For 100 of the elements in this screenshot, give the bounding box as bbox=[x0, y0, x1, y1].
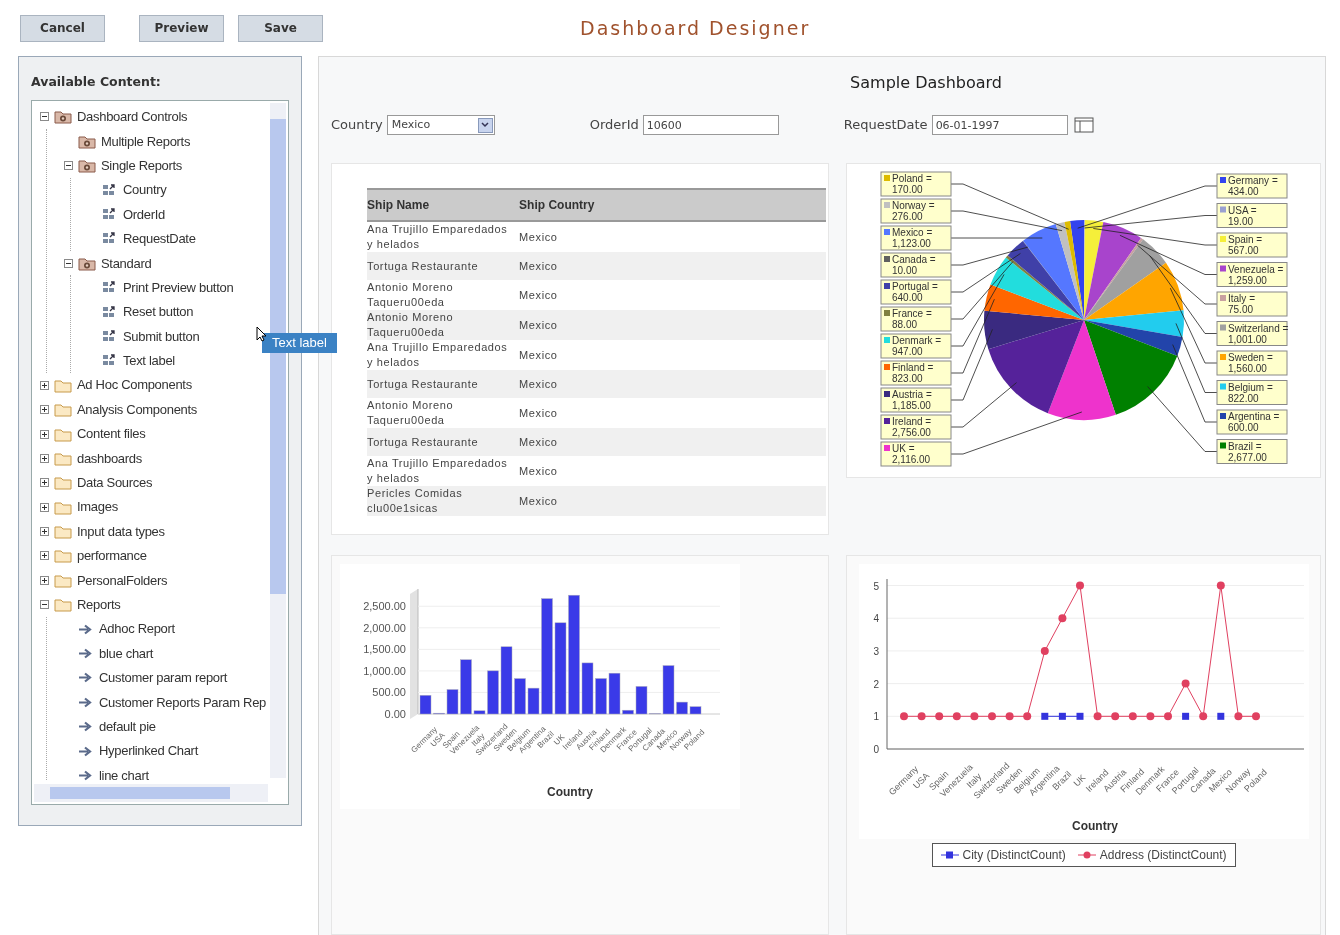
arrow-icon bbox=[78, 696, 94, 708]
filter-label: OrderId bbox=[589, 116, 639, 135]
tree-item[interactable]: Customer param report bbox=[99, 668, 228, 688]
pie-label: Sweden = 1,560.00 bbox=[1216, 350, 1288, 376]
collapse-icon[interactable] bbox=[40, 600, 49, 610]
tree-item[interactable]: dashboards bbox=[77, 448, 142, 469]
tree-item[interactable]: line chart bbox=[99, 765, 149, 781]
tree-item[interactable]: Content files bbox=[77, 424, 146, 444]
table-cell-text: Antonio Moreno Taqueru00eda bbox=[367, 310, 455, 340]
tree-item[interactable]: Data Sources bbox=[77, 473, 153, 493]
arrow-icon bbox=[78, 745, 94, 757]
column-header[interactable]: Ship Name bbox=[367, 196, 520, 214]
tree-item[interactable]: Country bbox=[123, 180, 167, 200]
tree-item[interactable]: Hyperlinked Chart bbox=[99, 741, 198, 761]
tree-item[interactable]: Single Reports bbox=[101, 155, 183, 176]
folder-icon bbox=[54, 402, 72, 418]
legend-label: Germany bbox=[1227, 175, 1269, 186]
axis-tick-label: 4 bbox=[873, 613, 879, 625]
data-point bbox=[1005, 712, 1014, 721]
data-label: 434.00 bbox=[1227, 186, 1259, 197]
folder-icon bbox=[54, 597, 72, 613]
tree-item[interactable]: Dashboard Controls bbox=[77, 107, 188, 127]
data-label: 19.00 bbox=[1227, 215, 1254, 227]
gear-folder-icon bbox=[78, 255, 96, 271]
legend-label: Poland bbox=[891, 173, 923, 184]
data-label: 1,123.00 bbox=[891, 238, 931, 249]
table-cell-text: Antonio Moreno Taqueru00eda bbox=[367, 280, 455, 310]
sidebar-heading: Available Content: bbox=[31, 73, 162, 91]
data-label: 170.00 bbox=[891, 184, 923, 195]
data-point bbox=[1110, 712, 1119, 721]
pie-label: Belgium = 822.00 bbox=[1216, 380, 1288, 405]
toolbar-button[interactable]: Preview bbox=[139, 14, 224, 42]
table-cell-text: Ana Trujillo Emparedados y helados bbox=[367, 456, 509, 486]
table-cell-text: Ana Trujillo Emparedados y helados bbox=[367, 340, 509, 370]
tree-item[interactable]: Adhoc Report bbox=[99, 619, 175, 639]
expand-icon[interactable] bbox=[40, 429, 49, 439]
data-point bbox=[1181, 712, 1189, 720]
tree-item[interactable]: performance bbox=[77, 546, 147, 566]
pie-label: Poland = 170.00 bbox=[880, 171, 952, 197]
tree-item[interactable]: Reports bbox=[77, 595, 121, 615]
data-point bbox=[1057, 614, 1066, 623]
tree-item[interactable]: Customer Reports Param Rep bbox=[99, 692, 267, 713]
gear-folder-icon bbox=[78, 158, 96, 174]
calendar-icon[interactable] bbox=[1073, 117, 1094, 133]
data-label: 1,185.00 bbox=[891, 400, 931, 411]
tree-item[interactable]: Input data types bbox=[77, 521, 165, 542]
data-point bbox=[1128, 712, 1137, 721]
data-label: 1,001.00 bbox=[1227, 333, 1267, 345]
country-select[interactable]: Mexico bbox=[386, 115, 495, 135]
tree-item[interactable]: Submit button bbox=[123, 326, 200, 347]
tree-item[interactable]: Analysis Components bbox=[77, 399, 198, 420]
toolbar-button[interactable]: Cancel bbox=[20, 14, 105, 42]
collapse-icon[interactable] bbox=[64, 161, 73, 171]
table-cell: Mexico bbox=[519, 317, 558, 333]
data-label: 10.00 bbox=[891, 265, 918, 276]
expand-icon[interactable] bbox=[40, 380, 49, 390]
arrow-icon bbox=[78, 721, 94, 733]
expand-icon[interactable] bbox=[40, 478, 49, 488]
tree-item[interactable]: Images bbox=[77, 497, 118, 517]
data-label: 75.00 bbox=[1227, 304, 1254, 315]
tree-item[interactable]: Text label bbox=[123, 351, 175, 371]
pie-label: Germany = 434.00 bbox=[1216, 173, 1288, 199]
tree-item[interactable]: default pie bbox=[99, 716, 156, 737]
axis-tick-label: 3 bbox=[873, 645, 879, 657]
tree-item[interactable]: OrderId bbox=[123, 204, 165, 225]
expand-icon[interactable] bbox=[40, 551, 49, 561]
legend-label: Sweden bbox=[1227, 352, 1264, 363]
tree-item[interactable]: blue chart bbox=[99, 643, 154, 664]
expand-icon[interactable] bbox=[40, 405, 49, 415]
horizontal-scrollbar[interactable] bbox=[34, 783, 269, 802]
legend-label: Spain bbox=[1227, 234, 1254, 245]
pie-label: Brazil = 2,677.00 bbox=[1216, 439, 1288, 464]
gear-folder-icon bbox=[78, 133, 96, 149]
column-header[interactable]: Ship Country bbox=[519, 196, 595, 214]
data-label: 600.00 bbox=[1227, 422, 1259, 433]
folder-icon bbox=[54, 475, 72, 491]
tree-item[interactable]: Standard bbox=[101, 253, 152, 274]
tree-item[interactable]: Multiple Reports bbox=[101, 131, 191, 152]
toolbar-button[interactable]: Save bbox=[238, 14, 323, 42]
tree-item[interactable]: RequestDate bbox=[123, 229, 196, 249]
collapse-icon[interactable] bbox=[40, 112, 49, 122]
data-point bbox=[987, 712, 996, 721]
order-id-field[interactable]: 10600 bbox=[642, 115, 779, 135]
expand-icon[interactable] bbox=[40, 502, 49, 512]
table-cell: Mexico bbox=[519, 493, 558, 509]
request-date-field[interactable]: 06-01-1997 bbox=[931, 115, 1068, 135]
data-point bbox=[1181, 679, 1190, 688]
tree-item[interactable]: Reset button bbox=[123, 302, 194, 322]
axis-title: Country bbox=[1071, 819, 1118, 833]
table-cell-text: Tortuga Restaurante bbox=[367, 258, 480, 274]
data-label: 822.00 bbox=[1227, 392, 1259, 404]
expand-icon[interactable] bbox=[40, 527, 49, 537]
expand-icon[interactable] bbox=[40, 575, 49, 585]
tree-item[interactable]: Ad Hoc Components bbox=[77, 375, 192, 395]
tree-item[interactable]: PersonalFolders bbox=[77, 570, 168, 591]
legend-label: Portugal bbox=[891, 281, 929, 292]
expand-icon[interactable] bbox=[40, 453, 49, 463]
collapse-icon[interactable] bbox=[64, 258, 73, 268]
tree-item[interactable]: Print Preview button bbox=[123, 277, 234, 298]
component-icon bbox=[102, 207, 118, 222]
